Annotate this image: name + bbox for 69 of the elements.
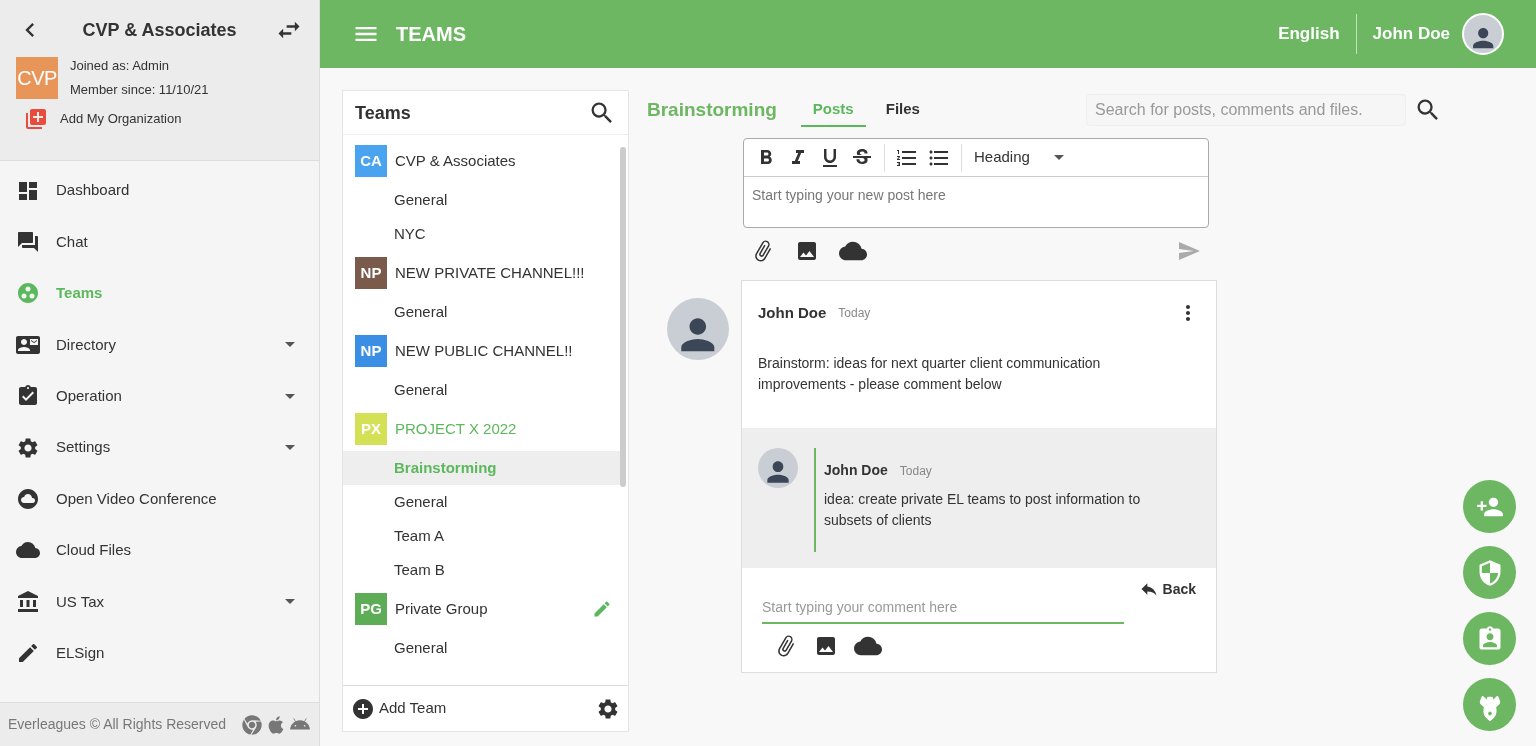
scrollbar[interactable] <box>620 147 626 487</box>
post-editor[interactable]: Heading Start typing your new post here <box>743 138 1209 228</box>
team-item[interactable]: NP NEW PRIVATE CHANNEL!!! <box>343 251 628 295</box>
post-text: Brainstorm: ideas for next quarter client communication improvements - please comment below <box>757 354 1102 394</box>
channel-item[interactable]: General <box>343 373 620 407</box>
channel-item[interactable]: NYC <box>343 217 620 251</box>
organization-logo: CVP <box>16 56 58 99</box>
channel-item[interactable]: Team A <box>343 519 620 553</box>
sidebar-item[interactable]: Operation <box>0 370 319 422</box>
channel-item[interactable]: Team B <box>343 553 620 587</box>
member-since-text: Member since: 11/10/21 <box>70 80 209 99</box>
team-initials: NP <box>355 335 387 367</box>
caret-icon <box>285 445 295 451</box>
channel-item[interactable]: General <box>343 485 620 519</box>
team-initials: PX <box>355 413 387 445</box>
sidebar-item[interactable]: Directory <box>0 319 319 371</box>
caret-icon <box>1053 155 1064 160</box>
team-item[interactable]: NP NEW PUBLIC CHANNEL!! <box>343 329 628 373</box>
comment-field[interactable]: Start typing your comment here <box>762 592 1124 624</box>
comment-time: Today <box>899 462 932 480</box>
user-avatar <box>1462 13 1504 55</box>
commenter-avatar <box>758 448 798 488</box>
settings-icon <box>16 435 40 460</box>
comment-text: idea: create private EL teams to post information to subsets of clients <box>824 490 1142 530</box>
sidebar-item[interactable]: US Tax <box>0 576 319 628</box>
post-author: John Doe <box>758 302 827 323</box>
heading-dropdown[interactable]: Heading <box>970 146 1068 169</box>
sidebar-item[interactable]: ELSign <box>0 627 319 679</box>
channel-item[interactable]: General <box>343 183 620 217</box>
teams-icon <box>16 281 40 306</box>
copyright-text: Everleagues © All Rights Reserved <box>8 715 227 734</box>
channel-item[interactable]: General <box>343 631 620 665</box>
settings-icon[interactable] <box>596 696 620 721</box>
add-team-button[interactable]: Add Team <box>351 696 447 721</box>
sidebar-item[interactable]: Settings <box>0 421 319 474</box>
team-name[interactable]: CVP & Associates <box>395 149 616 173</box>
sidebar-item[interactable]: Cloud Files <box>0 524 319 577</box>
panel-title: Teams <box>355 101 411 125</box>
team-initials: CA <box>355 145 387 177</box>
user-name: John Doe <box>1372 23 1450 46</box>
caret-icon <box>285 599 295 605</box>
image-icon[interactable] <box>795 239 819 263</box>
team-name[interactable]: Private Group <box>395 597 584 621</box>
back-button[interactable]: Back <box>1138 580 1196 598</box>
search-field[interactable]: Search for posts, comments and files. <box>1086 94 1406 126</box>
add-organization-button[interactable]: Add My Organization <box>24 107 182 131</box>
team-name[interactable]: NEW PUBLIC CHANNEL!! <box>395 339 616 363</box>
comment-author: John Doe <box>824 461 888 480</box>
chrome-icon[interactable] <box>242 714 263 735</box>
tab[interactable]: Files <box>873 93 932 127</box>
page-title: TEAMS <box>396 22 466 47</box>
caret-icon <box>285 393 295 399</box>
sidebar-item[interactable]: Dashboard <box>0 165 319 217</box>
organization-title: CVP & Associates <box>82 19 237 42</box>
post-time: Today <box>838 305 871 322</box>
image-icon[interactable] <box>814 634 838 658</box>
team-name[interactable]: NEW PRIVATE CHANNEL!!! <box>395 261 616 285</box>
channel-title: Brainstorming <box>647 97 777 122</box>
caret-icon <box>285 342 295 348</box>
post-input[interactable]: Start typing your new post here <box>744 177 1208 227</box>
team-item[interactable]: PG Private Group <box>343 587 628 631</box>
channel-item[interactable]: General <box>343 295 620 329</box>
sidebar-item[interactable]: Chat <box>0 216 319 268</box>
team-initials: NP <box>355 257 387 289</box>
sidebar-item[interactable]: Open Video Conference <box>0 473 319 525</box>
bank-icon <box>16 589 40 614</box>
team-initials: PG <box>355 593 387 625</box>
joined-as-text: Joined as: Admin <box>70 57 170 75</box>
team-item[interactable]: CA CVP & Associates <box>343 139 628 183</box>
